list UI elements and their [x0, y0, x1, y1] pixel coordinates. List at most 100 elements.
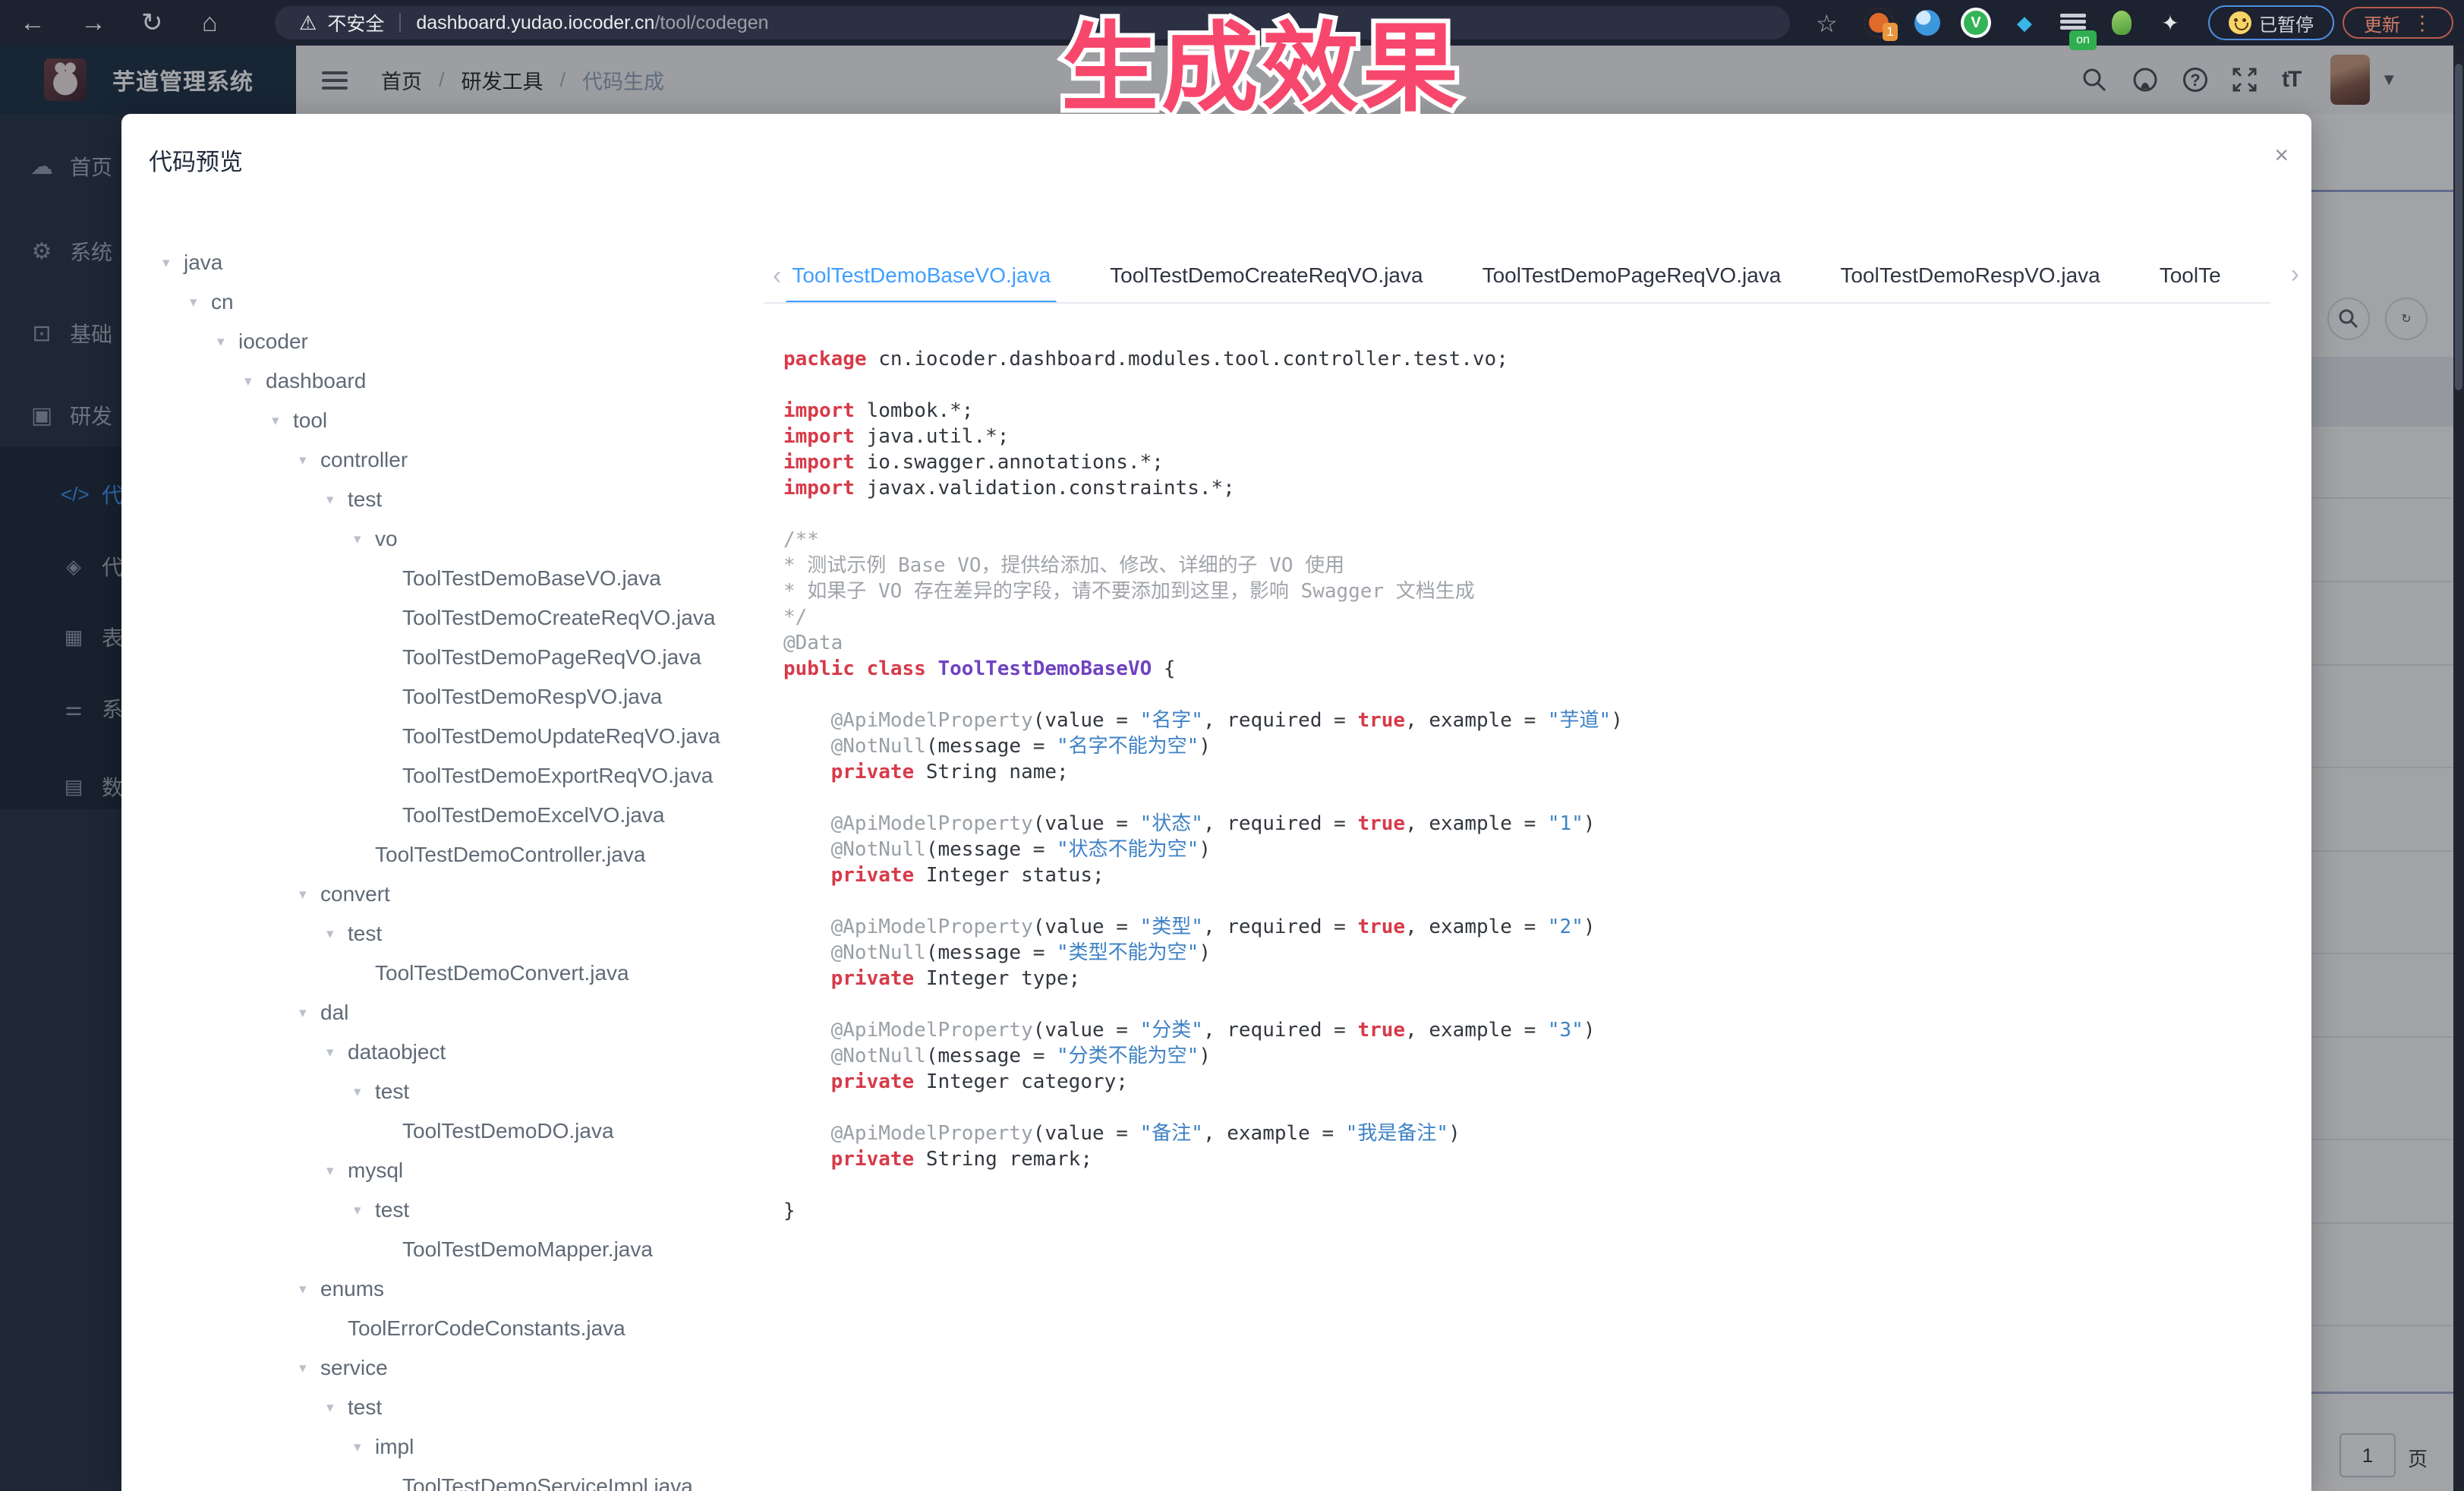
code-line: import io.swagger.annotations.*; [783, 449, 1623, 475]
tree-folder-controller[interactable]: ▾controller [150, 440, 758, 480]
tree-label: java [184, 251, 222, 275]
browser-scrollbar[interactable] [2453, 46, 2464, 1491]
tree-folder-test[interactable]: ▾test [150, 914, 758, 954]
tree-file-ToolErrorCodeConstants.java[interactable]: ToolErrorCodeConstants.java [150, 1309, 758, 1348]
back-icon[interactable]: ← [20, 8, 46, 38]
tree-folder-convert[interactable]: ▾convert [150, 875, 758, 914]
tree-file-ToolTestDemoRespVO.java[interactable]: ToolTestDemoRespVO.java [150, 677, 758, 717]
tree-file-ToolTestDemoExportReqVO.java[interactable]: ToolTestDemoExportReqVO.java [150, 756, 758, 796]
tree-label: cn [211, 290, 234, 314]
tab-ToolTestDemoBaseVO.java[interactable]: ToolTestDemoBaseVO.java [792, 249, 1051, 303]
url-host: dashboard.yudao.iocoder.cn [416, 12, 654, 34]
tree-folder-test[interactable]: ▾test [150, 1072, 758, 1111]
scrollbar-thumb[interactable] [2455, 64, 2462, 390]
tree-file-ToolTestDemoUpdateReqVO.java[interactable]: ToolTestDemoUpdateReqVO.java [150, 717, 758, 756]
file-tree: ▾java▾cn▾iocoder▾dashboard▾tool▾controll… [150, 243, 758, 1491]
close-icon[interactable]: × [2274, 143, 2289, 167]
screen: 芋道管理系统 首页 / 研发工具 / 代码生成 ? tT ▼ [0, 0, 2464, 1491]
code-line: @ApiModelProperty(value = "分类", required… [783, 1017, 1623, 1043]
tree-file-ToolTestDemoMapper.java[interactable]: ToolTestDemoMapper.java [150, 1230, 758, 1269]
extension-icon-drop[interactable] [1910, 5, 1945, 41]
tree-file-ToolTestDemoBaseVO.java[interactable]: ToolTestDemoBaseVO.java [150, 559, 758, 598]
update-label: 更新 [2364, 10, 2400, 36]
code-line: private String remark; [783, 1146, 1623, 1172]
tree-label: ToolTestDemoExportReqVO.java [402, 764, 713, 788]
code-line: private Integer category; [783, 1069, 1623, 1095]
code-line: /** [783, 527, 1623, 553]
reload-icon[interactable]: ↻ [141, 8, 163, 38]
dialog-title: 代码预览 [149, 143, 243, 177]
code-line: private Integer status; [783, 862, 1623, 888]
tree-label: test [348, 1395, 382, 1420]
extension-icon-orange[interactable]: 1 [1861, 5, 1896, 41]
tree-folder-mysql[interactable]: ▾mysql [150, 1151, 758, 1190]
tree-file-ToolTestDemoConvert.java[interactable]: ToolTestDemoConvert.java [150, 954, 758, 993]
emoji-face-icon [2229, 11, 2251, 34]
update-button[interactable]: 更新 ⋮ [2343, 7, 2453, 39]
extension-icon-diamond[interactable]: ◆ [2007, 5, 2042, 41]
address-bar[interactable]: ⚠ 不安全 dashboard.yudao.iocoder.cn/tool/co… [275, 6, 1790, 39]
code-line [783, 372, 1623, 398]
tree-label: iocoder [238, 329, 308, 354]
paused-badge[interactable]: 已暂停 [2208, 5, 2334, 40]
tree-folder-dashboard[interactable]: ▾dashboard [150, 361, 758, 401]
tree-folder-cn[interactable]: ▾cn [150, 282, 758, 322]
extension-icon-plant[interactable] [2104, 5, 2139, 41]
home-icon[interactable]: ⌂ [202, 8, 218, 38]
tree-folder-dataobject[interactable]: ▾dataobject [150, 1032, 758, 1072]
bookmark-star-icon[interactable]: ☆ [1816, 9, 1838, 38]
tree-label: service [320, 1356, 388, 1380]
tabs-scroll-left-icon[interactable]: ‹ [773, 261, 781, 291]
tree-file-ToolTestDemoExcelVO.java[interactable]: ToolTestDemoExcelVO.java [150, 796, 758, 835]
tree-label: test [375, 1080, 409, 1104]
forward-icon[interactable]: → [80, 8, 106, 38]
tab-ToolTestDemoCreateReqVO.java[interactable]: ToolTestDemoCreateReqVO.java [1110, 249, 1423, 303]
menu-dots-icon[interactable]: ⋮ [2412, 11, 2432, 35]
tab-ToolTe[interactable]: ToolTe [2160, 249, 2221, 303]
tree-file-ToolTestDemoCreateReqVO.java[interactable]: ToolTestDemoCreateReqVO.java [150, 598, 758, 638]
tab-ToolTestDemoPageReqVO.java[interactable]: ToolTestDemoPageReqVO.java [1482, 249, 1782, 303]
caret-down-icon: ▾ [326, 1044, 348, 1061]
tree-label: convert [320, 882, 390, 906]
tree-label: ToolTestDemoDO.java [402, 1119, 614, 1143]
tab-ToolTestDemoRespVO.java[interactable]: ToolTestDemoRespVO.java [1840, 249, 2100, 303]
caret-down-icon: ▾ [354, 1202, 375, 1219]
tree-label: test [375, 1198, 409, 1222]
code-view: package cn.iocoder.dashboard.modules.too… [783, 346, 1623, 1224]
caret-down-icon: ▾ [326, 491, 348, 509]
tree-folder-iocoder[interactable]: ▾iocoder [150, 322, 758, 361]
tree-file-ToolTestDemoPageReqVO.java[interactable]: ToolTestDemoPageReqVO.java [150, 638, 758, 677]
code-line: private Integer type; [783, 966, 1623, 991]
security-label[interactable]: 不安全 [327, 9, 384, 36]
tree-label: tool [293, 408, 327, 433]
tree-file-ToolTestDemoDO.java[interactable]: ToolTestDemoDO.java [150, 1111, 758, 1151]
code-line: } [783, 1198, 1623, 1224]
tree-file-ToolTestDemoController.java[interactable]: ToolTestDemoController.java [150, 835, 758, 875]
tree-folder-test[interactable]: ▾test [150, 1388, 758, 1427]
tree-folder-java[interactable]: ▾java [150, 243, 758, 282]
caret-down-icon: ▾ [299, 1360, 320, 1377]
tree-folder-vo[interactable]: ▾vo [150, 519, 758, 559]
tree-folder-enums[interactable]: ▾enums [150, 1269, 758, 1309]
tree-label: mysql [348, 1158, 403, 1183]
tree-label: ToolTestDemoServiceImpl.java [402, 1474, 693, 1491]
caret-down-icon: ▾ [299, 452, 320, 469]
caret-down-icon: ▾ [272, 412, 293, 430]
caret-down-icon: ▾ [162, 254, 184, 272]
code-line: import javax.validation.constraints.*; [783, 475, 1623, 501]
tree-folder-service[interactable]: ▾service [150, 1348, 758, 1388]
tree-folder-impl[interactable]: ▾impl [150, 1427, 758, 1467]
code-line: @ApiModelProperty(value = "状态", required… [783, 811, 1623, 837]
extensions-puzzle-icon[interactable]: ✦ [2153, 5, 2188, 41]
extension-icon-green[interactable]: V [1958, 5, 1993, 41]
extension-badge: 1 [1883, 23, 1898, 41]
extension-icon-list[interactable]: on [2056, 5, 2091, 41]
tabs-scroll-right-icon[interactable]: › [2291, 260, 2299, 289]
code-line: @NotNull(message = "名字不能为空") [783, 733, 1623, 759]
tree-folder-tool[interactable]: ▾tool [150, 401, 758, 440]
tree-folder-test[interactable]: ▾test [150, 480, 758, 519]
tree-file-ToolTestDemoServiceImpl.java[interactable]: ToolTestDemoServiceImpl.java [150, 1467, 758, 1491]
tree-folder-test[interactable]: ▾test [150, 1190, 758, 1230]
tree-folder-dal[interactable]: ▾dal [150, 993, 758, 1032]
tree-label: ToolTestDemoRespVO.java [402, 685, 662, 709]
